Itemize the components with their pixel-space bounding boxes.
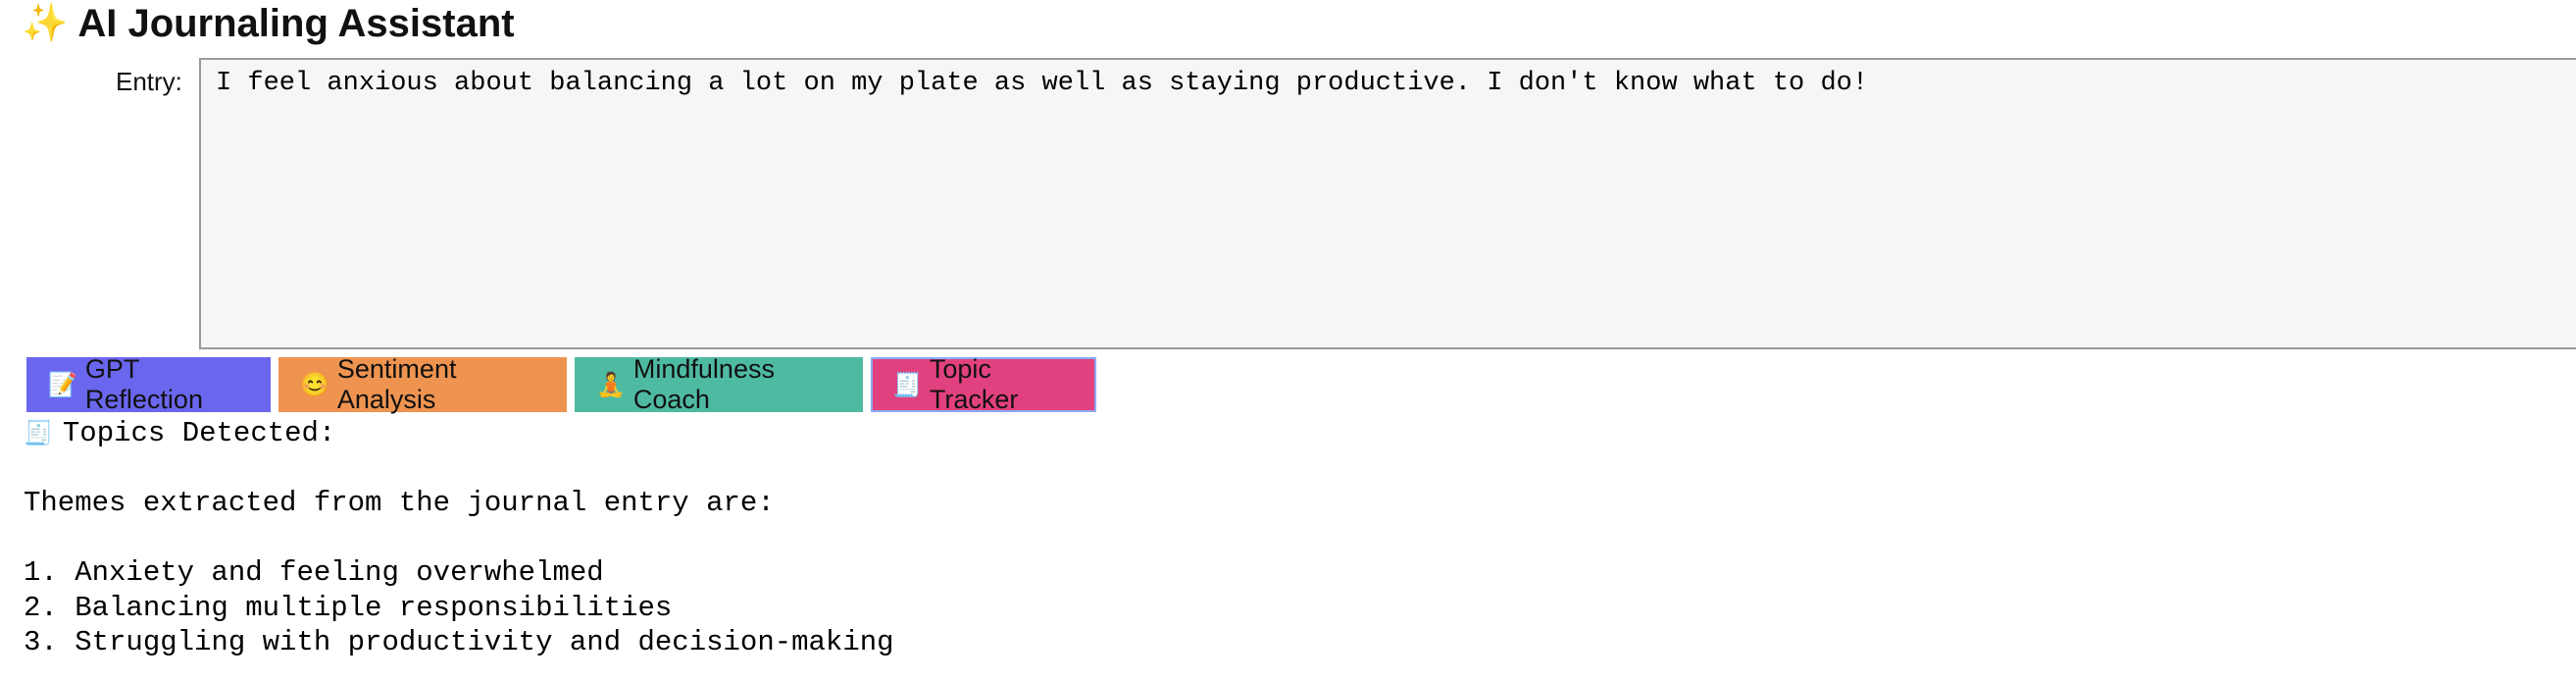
smiley-icon: 😊: [300, 371, 329, 398]
journal-entry-input[interactable]: I feel anxious about balancing a lot on …: [199, 58, 2576, 349]
app-title: AI Journaling Assistant: [77, 1, 515, 45]
sentiment-analysis-label: Sentiment Analysis: [336, 354, 457, 414]
topic-item: 2. Balancing multiple responsibilities: [24, 591, 673, 624]
entry-label: Entry:: [116, 67, 182, 96]
output-heading: 🧾 Topics Detected:: [24, 416, 894, 451]
sparkles-icon: ✨: [22, 3, 69, 44]
app-header: ✨ AI Journaling Assistant: [22, 0, 515, 47]
topic-tracker-button[interactable]: 🧾 Topic Tracker: [871, 354, 1096, 414]
receipt-icon: 🧾: [24, 422, 53, 448]
receipt-icon: 🧾: [892, 371, 922, 398]
meditation-icon: 🧘: [596, 371, 626, 398]
topic-item: 1. Anxiety and feeling overwhelmed: [24, 556, 604, 589]
gpt-reflection-button[interactable]: 📝 GPT Reflection: [26, 354, 271, 414]
output-heading-text: Topics Detected:: [62, 417, 336, 449]
output-panel: 🧾 Topics Detected: Themes extracted from …: [24, 416, 894, 660]
tool-button-row: 📝 GPT Reflection 😊 Sentiment Analysis 🧘 …: [26, 354, 1096, 414]
sentiment-analysis-button[interactable]: 😊 Sentiment Analysis: [278, 354, 567, 414]
memo-icon: 📝: [48, 371, 77, 398]
output-intro: Themes extracted from the journal entry …: [24, 487, 775, 519]
mindfulness-coach-label: Mindfulness Coach: [632, 354, 775, 414]
topic-tracker-label: Topic Tracker: [929, 354, 1019, 414]
gpt-reflection-label: GPT Reflection: [84, 354, 203, 414]
mindfulness-coach-button[interactable]: 🧘 Mindfulness Coach: [575, 354, 863, 414]
topic-item: 3. Struggling with productivity and deci…: [24, 626, 894, 658]
